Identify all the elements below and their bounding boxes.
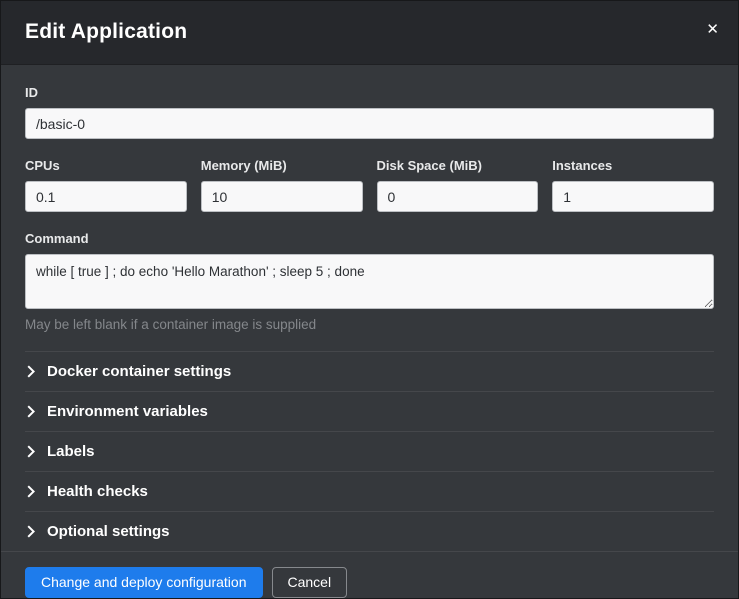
section-label: Optional settings [47,523,170,540]
section-label: Environment variables [47,403,208,420]
command-field-group: Command while [ true ] ; do echo 'Hello … [25,231,714,332]
cpus-label: CPUs [25,158,187,173]
memory-input[interactable] [201,181,363,212]
collapsible-sections: Docker container settings Environment va… [25,351,714,551]
chevron-right-icon [27,525,35,538]
id-input[interactable] [25,108,714,139]
cpus-field-group: CPUs [25,158,187,212]
close-icon[interactable]: ✕ [702,18,723,41]
edit-application-modal: Edit Application ✕ ID CPUs Memory (MiB) … [0,0,739,599]
cancel-button[interactable]: Cancel [272,567,348,598]
cpus-input[interactable] [25,181,187,212]
section-label: Labels [47,443,95,460]
chevron-right-icon [27,485,35,498]
instances-label: Instances [552,158,714,173]
change-and-deploy-button[interactable]: Change and deploy configuration [25,567,263,598]
modal-title: Edit Application [25,20,714,44]
id-label: ID [25,85,714,100]
command-help-text: May be left blank if a container image i… [25,317,714,332]
section-label: Docker container settings [47,363,231,380]
command-label: Command [25,231,714,246]
modal-header: Edit Application ✕ [1,1,738,65]
memory-field-group: Memory (MiB) [201,158,363,212]
resource-fields-row: CPUs Memory (MiB) Disk Space (MiB) Insta… [25,158,714,212]
disk-field-group: Disk Space (MiB) [377,158,539,212]
disk-input[interactable] [377,181,539,212]
instances-field-group: Instances [552,158,714,212]
modal-footer: Change and deploy configuration Cancel [1,551,738,599]
section-labels[interactable]: Labels [25,431,714,471]
disk-label: Disk Space (MiB) [377,158,539,173]
section-label: Health checks [47,483,148,500]
command-textarea[interactable]: while [ true ] ; do echo 'Hello Marathon… [25,254,714,309]
instances-input[interactable] [552,181,714,212]
section-health-checks[interactable]: Health checks [25,471,714,511]
section-environment-variables[interactable]: Environment variables [25,391,714,431]
chevron-right-icon [27,405,35,418]
section-docker-container-settings[interactable]: Docker container settings [25,351,714,391]
modal-body: ID CPUs Memory (MiB) Disk Space (MiB) In… [1,65,738,551]
id-field-group: ID [25,85,714,139]
memory-label: Memory (MiB) [201,158,363,173]
chevron-right-icon [27,365,35,378]
section-optional-settings[interactable]: Optional settings [25,511,714,551]
chevron-right-icon [27,445,35,458]
